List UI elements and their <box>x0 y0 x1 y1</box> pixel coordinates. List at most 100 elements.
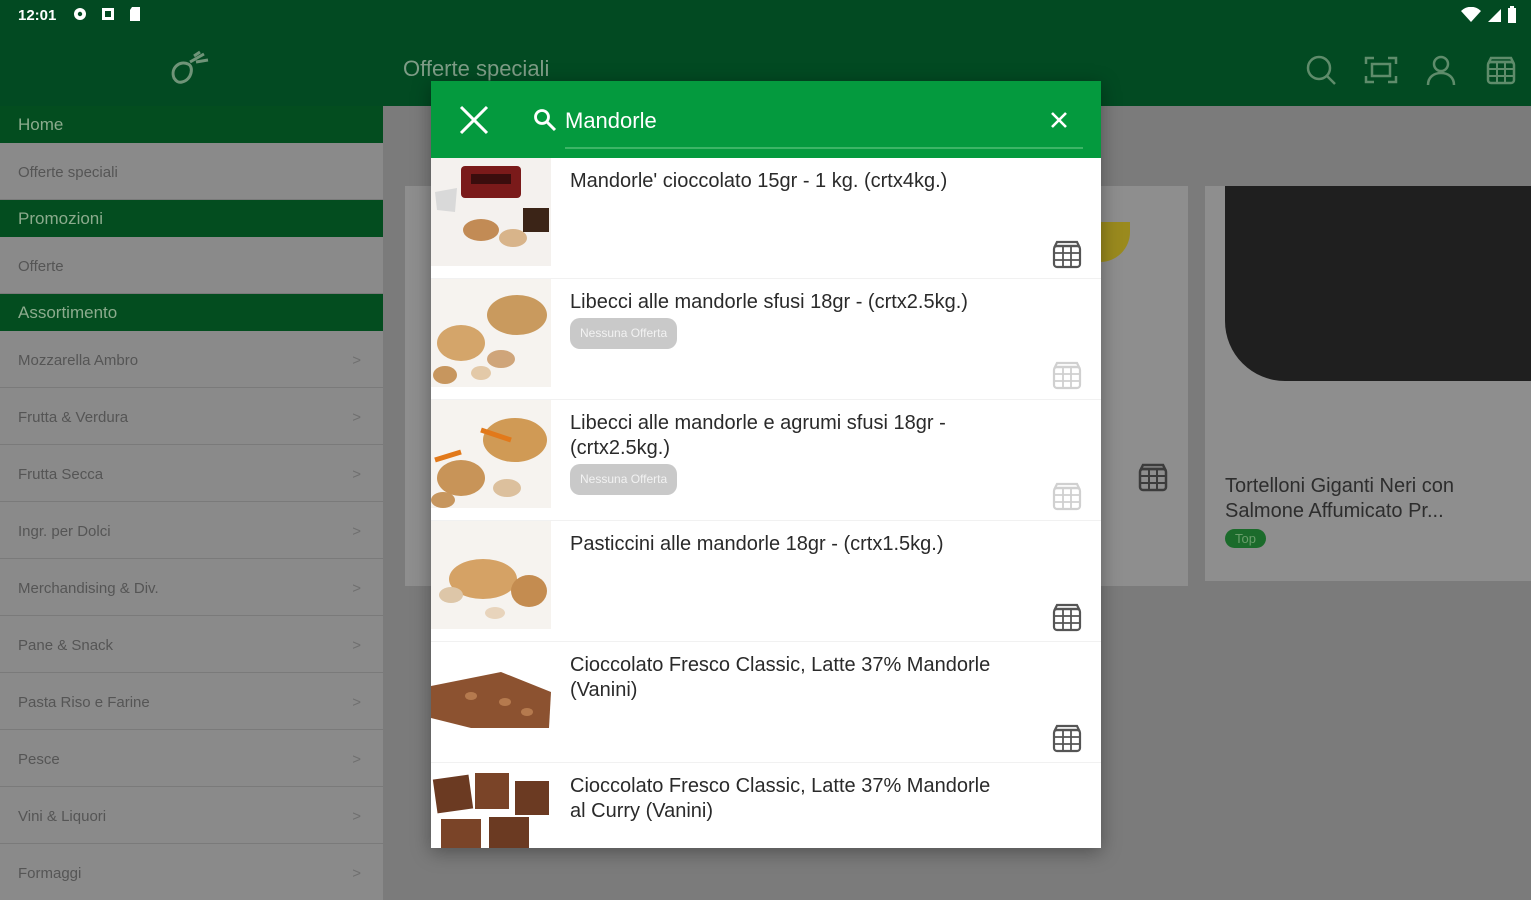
nav-item-label: Formaggi <box>18 865 82 882</box>
nav-category-item[interactable]: Pesce > <box>0 730 383 787</box>
product-thumbnail <box>431 763 551 848</box>
product-name: Tortelloni Giganti Neri con Salmone Affu… <box>1225 475 1454 522</box>
search-result-item[interactable]: Pasticcini alle mandorle 18gr - (crtx1.5… <box>431 521 1101 642</box>
search-result-item[interactable]: Cioccolato Fresco Classic, Latte 37% Man… <box>431 642 1101 763</box>
product-name: Cioccolato Fresco Classic, Latte 37% Man… <box>570 774 1010 824</box>
product-name-text: Cioccolato Fresco Classic, Latte 37% Man… <box>570 775 991 822</box>
search-icon <box>1306 55 1336 85</box>
nav-section-assortimento: Assortimento <box>0 294 383 331</box>
nav-offerte-speciali[interactable]: Offerte speciali <box>0 143 383 200</box>
cart-icon <box>1486 56 1516 85</box>
no-offer-tag: Nessuna Offerta <box>570 318 678 349</box>
barcode-scan-button[interactable] <box>1351 50 1411 90</box>
nav-item-label: Mozzarella Ambro <box>18 352 139 369</box>
nav-item-label: Pane & Snack <box>18 637 114 654</box>
search-button[interactable] <box>1291 50 1351 90</box>
nav-item-label: Vini & Liquori <box>18 808 107 825</box>
drawer-menu: Home Offerte speciali Promozioni Offerte… <box>0 106 383 900</box>
chevron-right-icon: > <box>352 808 361 825</box>
search-dialog: Mandorle' cioccolato 15gr - 1 kg. (crtx4… <box>431 81 1101 848</box>
product-name: Cioccolato Fresco Classic, Latte 37% Man… <box>570 653 1010 703</box>
add-to-cart-icon[interactable] <box>1051 601 1083 633</box>
close-icon[interactable] <box>457 103 491 137</box>
account-button[interactable] <box>1411 50 1471 90</box>
chevron-right-icon: > <box>352 637 361 654</box>
product-name-text: Pasticcini alle mandorle 18gr - (crtx1.5… <box>570 533 944 555</box>
nav-item-label: Offerte speciali <box>18 164 118 181</box>
status-time: 12:01 <box>18 7 57 24</box>
settings-gear-icon <box>72 6 88 22</box>
sd-card-icon <box>128 6 144 22</box>
wifi-icon <box>1461 6 1481 28</box>
nav-category-item[interactable]: Pane & Snack > <box>0 616 383 673</box>
product-name: Mandorle' cioccolato 15gr - 1 kg. (crtx4… <box>570 169 1010 194</box>
barcode-scan-icon <box>1364 56 1398 84</box>
account-icon <box>1426 55 1456 86</box>
product-name-text: Mandorle' cioccolato 15gr - 1 kg. (crtx4… <box>570 170 948 192</box>
nav-category-item[interactable]: Formaggi > <box>0 844 383 900</box>
nav-category-item[interactable]: Merchandising & Div. > <box>0 559 383 616</box>
app-bar-actions <box>1291 50 1531 90</box>
drawer-logo-area <box>0 32 383 106</box>
search-header <box>431 81 1101 158</box>
chevron-right-icon: > <box>352 523 361 540</box>
product-card: Tortelloni Giganti Neri con Salmone Affu… <box>1205 186 1531 581</box>
product-image <box>1225 186 1531 381</box>
nav-category-item[interactable]: Vini & Liquori > <box>0 787 383 844</box>
battery-icon <box>1507 6 1517 29</box>
search-underline <box>565 147 1083 149</box>
nav-category-item[interactable]: Frutta & Verdura > <box>0 388 383 445</box>
logo-icon <box>171 50 209 84</box>
signal-icon <box>1487 7 1501 28</box>
cart-button[interactable] <box>1471 50 1531 90</box>
navigation-drawer: Home Offerte speciali Promozioni Offerte… <box>0 32 383 900</box>
search-results-list: Mandorle' cioccolato 15gr - 1 kg. (crtx4… <box>431 158 1101 848</box>
search-result-item[interactable]: Libecci alle mandorle e agrumi sfusi 18g… <box>431 400 1101 521</box>
page-title: Offerte speciali <box>403 56 550 81</box>
nav-item-label: Frutta Secca <box>18 466 104 483</box>
search-input[interactable] <box>565 101 1035 141</box>
search-result-item[interactable]: Libecci alle mandorle sfusi 18gr - (crtx… <box>431 279 1101 400</box>
status-bar: 12:01 <box>0 0 1531 32</box>
nav-item-label: Pasta Riso e Farine <box>18 694 150 711</box>
chevron-right-icon: > <box>352 409 361 426</box>
add-to-cart-icon[interactable] <box>1051 238 1083 270</box>
chevron-right-icon: > <box>352 580 361 597</box>
product-thumbnail <box>431 521 551 629</box>
no-offer-tag: Nessuna Offerta <box>570 464 678 495</box>
add-to-cart-icon[interactable] <box>1051 722 1083 754</box>
nav-offerte[interactable]: Offerte <box>0 237 383 294</box>
search-result-item[interactable]: Mandorle' cioccolato 15gr - 1 kg. (crtx4… <box>431 158 1101 279</box>
status-system-icons <box>1461 6 1517 29</box>
nav-home[interactable]: Home <box>0 106 383 143</box>
nav-section-promozioni: Promozioni <box>0 200 383 237</box>
top-badge: Top <box>1225 529 1266 548</box>
nav-category-item[interactable]: Ingr. per Dolci > <box>0 502 383 559</box>
chevron-right-icon: > <box>352 352 361 369</box>
product-thumbnail <box>431 400 551 508</box>
nav-item-label: Pesce <box>18 751 60 768</box>
product-name-text: Libecci alle mandorle sfusi 18gr - (crtx… <box>570 291 968 313</box>
nav-item-label: Merchandising & Div. <box>18 580 159 597</box>
add-to-cart-disabled-icon <box>1052 361 1082 390</box>
product-name-text: Libecci alle mandorle e agrumi sfusi 18g… <box>570 412 946 459</box>
chevron-right-icon: > <box>352 694 361 711</box>
add-to-cart-disabled-icon <box>1052 482 1082 511</box>
status-notification-icons <box>72 6 144 22</box>
square-notification-icon <box>100 6 116 22</box>
nav-category-item[interactable]: Pasta Riso e Farine > <box>0 673 383 730</box>
chevron-right-icon: > <box>352 865 361 882</box>
clear-search-icon[interactable] <box>1049 110 1069 130</box>
nav-item-label: Offerte <box>18 258 64 275</box>
nav-category-item[interactable]: Frutta Secca > <box>0 445 383 502</box>
cart-icon <box>1138 463 1168 492</box>
nav-category-item[interactable]: Mozzarella Ambro > <box>0 331 383 388</box>
product-name-text: Cioccolato Fresco Classic, Latte 37% Man… <box>570 654 991 701</box>
search-result-item[interactable]: Cioccolato Fresco Classic, Latte 37% Man… <box>431 763 1101 848</box>
nav-item-label: Ingr. per Dolci <box>18 523 111 540</box>
search-icon <box>534 109 557 132</box>
nav-item-label: Frutta & Verdura <box>18 409 129 426</box>
product-thumbnail <box>431 279 551 387</box>
product-name: Libecci alle mandorle sfusi 18gr - (crtx… <box>570 290 1010 349</box>
product-thumbnail <box>431 642 551 750</box>
